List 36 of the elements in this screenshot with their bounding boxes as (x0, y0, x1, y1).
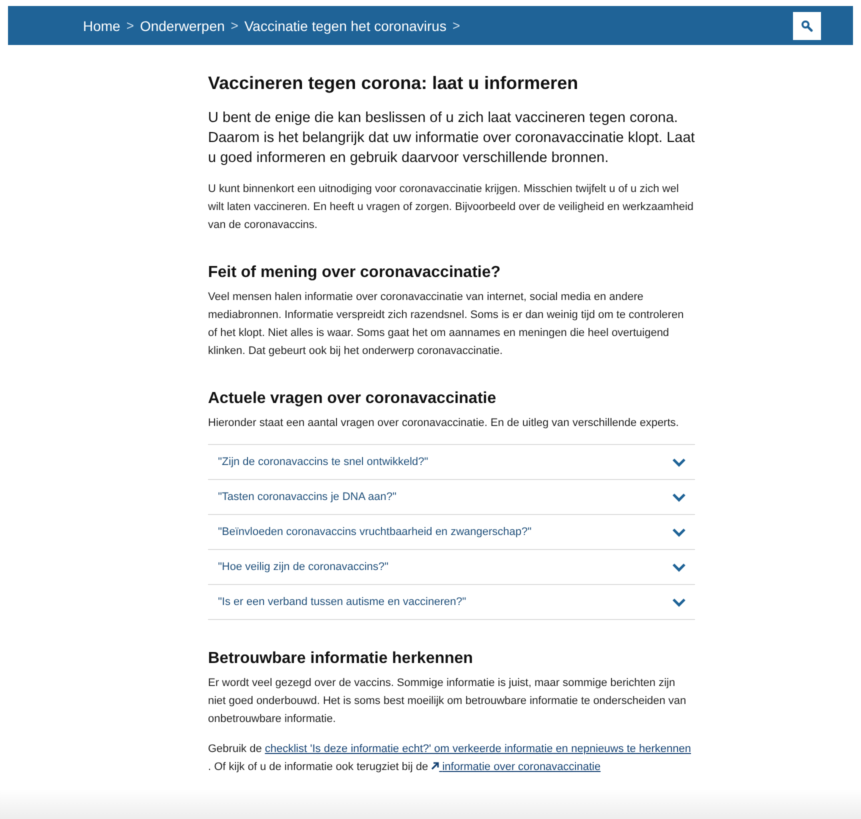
accordion-item[interactable]: "Tasten coronavaccins je DNA aan?" (208, 480, 695, 515)
section-heading: Betrouwbare informatie herkennen (208, 650, 474, 668)
text-link[interactable]: checklist 'Is deze informatie echt?' om verkeerde informatie en nepnieuws te herkennen (264, 743, 691, 755)
accordion-item[interactable]: "Hoe veilig zijn de coronavaccins?" (208, 550, 695, 585)
search-icon (801, 20, 813, 32)
accordion-item[interactable]: "Is er een verband tussen autisme en vaccineren?" (208, 585, 695, 620)
breadcrumb-separator: > (230, 18, 238, 33)
chevron-down-icon (672, 528, 686, 536)
question-text: "Beïnvloeden coronavaccins vruchtbaarheid en zwangerschap?" (218, 526, 532, 538)
chevron-down-icon (672, 562, 686, 572)
paragraph: Veel mensen halen informatie over coronavaccinatie van internet, social media en andere mediabronnen. Informatie verspreidt zich razendsnel. Soms is er dan weinig tijd om te controleren of het klopt. Niet alles is waar. Soms gaat het om aannames en meningen die heel overtuigend klinken. Dat gebeurt ook bij het onderwerp coronavaccinatie. (208, 290, 685, 359)
external-arrow-icon (431, 762, 440, 770)
lead-paragraph: U bent de enige die kan beslissen of u zich laat vaccineren tegen corona. Daarom is het belangrijk dat uw informatie over coronavaccinatie klopt. Laat u goed informeren en gebruik daarvoor verschillende bronnen. (208, 109, 695, 168)
paragraph: Gebruik de checklist 'Is deze informatie echt?' om verkeerde informatie en nepnieuws te herkennen . Of kijk of u de informatie ook terugziet bij de informatie over coronavaccinatie (208, 742, 692, 775)
accordion-item[interactable]: "Beïnvloeden coronavaccins vruchtbaarheid en zwangerschap?" (208, 515, 695, 550)
paragraph: Er wordt veel gezegd over de vaccins. Sommige informatie is juist, maar sommige berichten zijn niet goed onderbouwd. Het is soms best moeilijk om betrouwbare informatie te onderscheiden van onbetrouwbare informatie. (208, 676, 688, 727)
question-text: "Zijn de coronavaccins te snel ontwikkeld?" (218, 456, 428, 468)
breadcrumb-separator: > (452, 18, 460, 33)
intro-paragraph: U kunt binnenkort een uitnodiging voor coronavaccinatie krijgen. Misschien twijfelt u of u zich wel wilt laten vaccineren. En heeft u vragen of zorgen. Bijvoorbeeld over de veiligheid en werkzaamheid van de coronavaccins. (208, 182, 695, 233)
chevron-down-icon (672, 458, 686, 466)
chevron-down-icon (672, 598, 686, 606)
paragraph: Hieronder staat een aantal vragen over coronavaccinatie. En de uitleg van verschillende experts. (208, 416, 680, 431)
question-text: "Is er een verband tussen autisme en vaccineren?" (218, 596, 466, 608)
search-button[interactable] (793, 12, 821, 40)
external-link[interactable]: informatie over coronavaccinatie (431, 761, 601, 773)
question-text: "Hoe veilig zijn de coronavaccins?" (218, 561, 388, 573)
accordion-item[interactable]: "Zijn de coronavaccins te snel ontwikkeld?" (208, 445, 695, 480)
breadcrumb-link[interactable]: Home (83, 18, 120, 34)
breadcrumb-link[interactable]: Vaccinatie tegen het coronavirus (244, 18, 446, 34)
section-heading: Actuele vragen over coronavaccinatie (208, 390, 498, 408)
breadcrumb-separator: > (126, 18, 134, 33)
chevron-down-icon (672, 492, 686, 502)
section-heading: Feit of mening over coronavaccinatie? (208, 264, 502, 282)
breadcrumb-link[interactable]: Onderwerpen (140, 18, 225, 34)
question-text: "Tasten coronavaccins je DNA aan?" (218, 491, 396, 503)
page-title: Vaccineren tegen corona: laat u informeren (208, 73, 580, 94)
